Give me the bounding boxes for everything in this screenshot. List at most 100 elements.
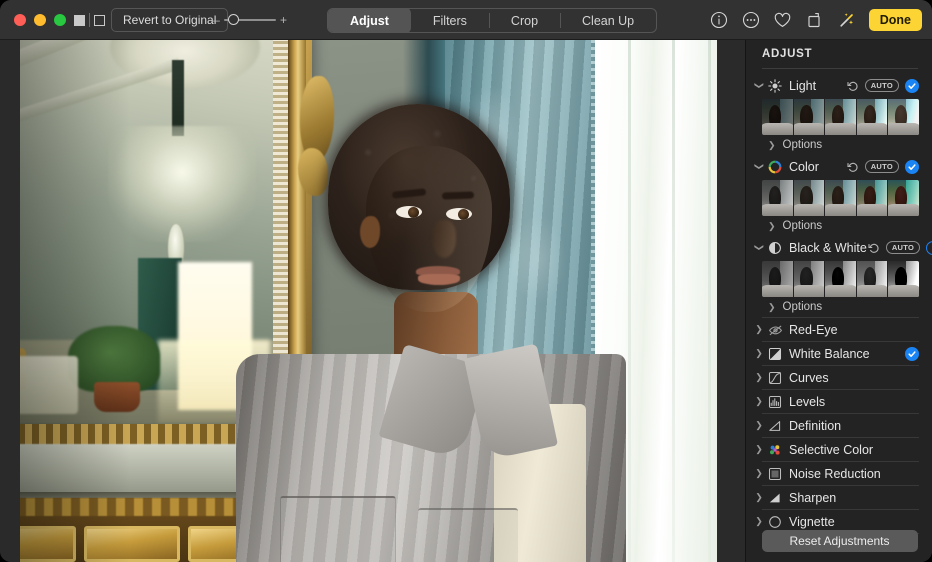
single-view-icon[interactable] [74, 15, 85, 26]
zoom-in-icon[interactable]: + [279, 14, 288, 26]
ear [360, 216, 380, 248]
split-view-icon[interactable] [94, 15, 105, 26]
light-preset-strip[interactable] [762, 99, 919, 135]
enable-toggle[interactable] [905, 160, 919, 174]
revert-to-original-button[interactable]: Revert to Original [111, 8, 228, 32]
shirt-pocket-left [280, 496, 396, 562]
zoom-slider[interactable]: – + [212, 11, 288, 29]
chevron-down-icon[interactable]: ❯ [755, 241, 764, 255]
enable-toggle[interactable] [905, 347, 919, 361]
preset-thumbnail[interactable] [888, 99, 919, 135]
chevron-down-icon[interactable]: ❯ [755, 79, 764, 93]
chevron-right-icon[interactable]: ❯ [768, 141, 776, 150]
adjustment-sharpen[interactable]: ❯ Sharpen [746, 486, 932, 509]
adjustment-black-and-white[interactable]: ❯ Black & White AUTO [746, 236, 932, 259]
black-white-options-row[interactable]: ❯ Options [746, 297, 932, 317]
preset-thumbnail[interactable] [857, 99, 888, 135]
black-white-preset-strip[interactable] [762, 261, 919, 297]
adjustment-levels[interactable]: ❯ Levels [746, 390, 932, 413]
view-mode-toggle[interactable] [74, 11, 105, 29]
toolbar-actions: Done [709, 7, 922, 33]
chevron-right-icon[interactable]: ❯ [752, 493, 766, 502]
adjustment-definition[interactable]: ❯ Definition [746, 414, 932, 437]
auto-button[interactable]: AUTO [865, 79, 899, 92]
reflected-plant-pot [94, 382, 140, 412]
color-preset-strip[interactable] [762, 180, 919, 216]
preset-thumbnail[interactable] [794, 99, 825, 135]
adjust-panel: ADJUST ❯ Light AUTO [745, 40, 932, 562]
adjustment-white-balance[interactable]: ❯ White Balance [746, 342, 932, 365]
close-button[interactable] [14, 14, 26, 26]
auto-button[interactable]: AUTO [886, 241, 920, 254]
adjustment-label: Light [789, 79, 846, 93]
sharpen-icon [766, 490, 784, 506]
preset-thumbnail[interactable] [825, 99, 856, 135]
options-label: Options [783, 220, 823, 232]
options-label: Options [783, 301, 823, 313]
enable-toggle[interactable] [926, 241, 932, 255]
info-icon[interactable] [709, 10, 729, 30]
chevron-right-icon[interactable]: ❯ [752, 325, 766, 334]
color-options-row[interactable]: ❯ Options [746, 216, 932, 236]
zoom-slider-track[interactable] [224, 11, 276, 29]
adjustment-color[interactable]: ❯ Color AUTO [746, 155, 932, 178]
favorite-heart-icon[interactable] [773, 10, 793, 30]
preset-thumbnail[interactable] [762, 99, 793, 135]
chevron-down-icon[interactable]: ❯ [755, 160, 764, 174]
tab-clean-up[interactable]: Clean Up [560, 8, 656, 33]
more-options-icon[interactable] [741, 10, 761, 30]
preset-thumbnail[interactable] [825, 261, 856, 297]
minimize-button[interactable] [34, 14, 46, 26]
adjustment-label: Noise Reduction [789, 467, 919, 481]
preset-thumbnail[interactable] [825, 180, 856, 216]
tab-filters[interactable]: Filters [411, 8, 489, 33]
chevron-right-icon[interactable]: ❯ [752, 445, 766, 454]
sheer-fold [708, 40, 711, 562]
auto-button[interactable]: AUTO [865, 160, 899, 173]
chevron-right-icon[interactable]: ❯ [752, 397, 766, 406]
chevron-right-icon[interactable]: ❯ [768, 222, 776, 231]
tab-adjust[interactable]: Adjust [328, 8, 411, 33]
rotate-icon[interactable] [805, 10, 825, 30]
chevron-right-icon[interactable]: ❯ [768, 303, 776, 312]
adjustment-label: Color [789, 160, 846, 174]
photo-canvas[interactable] [0, 40, 745, 562]
zoom-button[interactable] [54, 14, 66, 26]
adjustment-red-eye[interactable]: ❯ Red-Eye [746, 318, 932, 341]
preset-thumbnail[interactable] [857, 180, 888, 216]
auto-enhance-wand-icon[interactable] [837, 10, 857, 30]
preset-thumbnail[interactable] [857, 261, 888, 297]
cornice-molding-secondary [20, 57, 182, 133]
adjustment-label: Curves [789, 371, 919, 385]
adjustment-noise-reduction[interactable]: ❯ Noise Reduction [746, 462, 932, 485]
chevron-right-icon[interactable]: ❯ [752, 469, 766, 478]
preset-thumbnail[interactable] [888, 261, 919, 297]
chevron-right-icon[interactable]: ❯ [752, 421, 766, 430]
revert-icon[interactable] [846, 80, 861, 92]
preset-thumbnail[interactable] [762, 261, 793, 297]
vignette-icon [766, 514, 784, 530]
revert-icon[interactable] [867, 242, 882, 254]
light-options-row[interactable]: ❯ Options [746, 135, 932, 155]
revert-icon[interactable] [846, 161, 861, 173]
adjustment-label: White Balance [789, 347, 905, 361]
zoom-out-icon[interactable]: – [212, 14, 221, 26]
adjustment-light[interactable]: ❯ Light AUTO [746, 74, 932, 97]
chevron-right-icon[interactable]: ❯ [752, 349, 766, 358]
nose [432, 220, 456, 258]
chevron-right-icon[interactable]: ❯ [752, 373, 766, 382]
adjustment-curves[interactable]: ❯ Curves [746, 366, 932, 389]
zoom-slider-thumb[interactable] [228, 14, 239, 25]
preset-thumbnail[interactable] [794, 261, 825, 297]
photo-image[interactable] [20, 40, 717, 562]
reset-adjustments-button[interactable]: Reset Adjustments [762, 530, 918, 552]
tab-crop[interactable]: Crop [489, 8, 560, 33]
done-button[interactable]: Done [869, 9, 922, 31]
preset-thumbnail[interactable] [888, 180, 919, 216]
chandelier-rod [172, 60, 184, 136]
enable-toggle[interactable] [905, 79, 919, 93]
preset-thumbnail[interactable] [794, 180, 825, 216]
adjustment-selective-color[interactable]: ❯ Selective Color [746, 438, 932, 461]
preset-thumbnail[interactable] [762, 180, 793, 216]
chevron-right-icon[interactable]: ❯ [752, 517, 766, 526]
